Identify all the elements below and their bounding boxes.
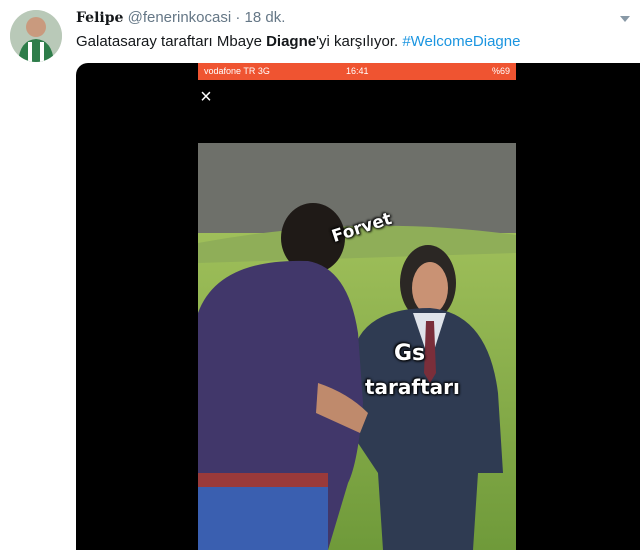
caption-taraftari: taraftarı <box>365 375 460 399</box>
display-name[interactable]: Felipe <box>76 10 123 26</box>
tweet-text-end: 'yi karşılıyor. <box>316 33 403 50</box>
close-icon[interactable]: × <box>196 87 216 107</box>
status-time: 16:41 <box>346 66 369 76</box>
phone-status-bar: vodafone TR 3G 16:41 %69 <box>198 63 516 80</box>
tweet-header: Felipe @fenerinkocasi · 18 dk. <box>76 9 620 26</box>
tweet-text-start: Galatasaray taraftarı Mbaye <box>76 33 267 50</box>
tweet-text: Galatasaray taraftarı Mbaye Diagne'yi ka… <box>76 33 620 50</box>
tweet-text-bold: Diagne <box>266 33 317 50</box>
separator-dot: · <box>235 9 241 26</box>
tweet: Felipe @fenerinkocasi · 18 dk. Galatasar… <box>0 0 640 550</box>
user-handle[interactable]: @fenerinkocasi <box>128 9 232 26</box>
carrier-label: vodafone TR 3G <box>204 66 270 76</box>
battery-label: %69 <box>491 66 510 76</box>
caption-gs: Gs <box>394 341 426 366</box>
video-frame: Forvet Gs taraftarı <box>198 143 516 550</box>
hashtag-link[interactable]: #WelcomeDiagne <box>402 33 520 50</box>
chevron-down-icon[interactable] <box>620 16 630 22</box>
video-scene <box>198 143 516 550</box>
media-video[interactable]: vodafone TR 3G 16:41 %69 × Forvet Gs tar… <box>76 63 640 550</box>
avatar[interactable] <box>10 10 62 62</box>
tweet-timestamp[interactable]: 18 dk. <box>245 9 286 26</box>
avatar-image <box>10 10 62 62</box>
